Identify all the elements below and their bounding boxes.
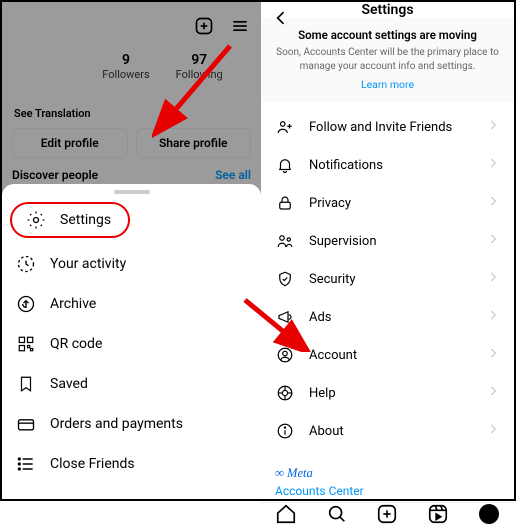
chevron-right-icon	[486, 422, 500, 440]
banner-title: Some account settings are moving	[275, 28, 500, 42]
chevron-right-icon	[486, 118, 500, 136]
menu-label: Settings	[60, 212, 111, 228]
activity-icon	[16, 254, 36, 274]
account-icon	[275, 345, 295, 365]
menu-saved[interactable]: Saved	[2, 364, 261, 404]
item-label: Security	[309, 272, 356, 287]
menu-label: Archive	[50, 296, 96, 312]
chevron-right-icon	[486, 194, 500, 212]
info-icon	[275, 421, 295, 441]
banner-desc: Soon, Accounts Center will be the primar…	[275, 46, 500, 73]
shield-icon	[275, 269, 295, 289]
page-title: Settings	[361, 2, 413, 18]
help-icon	[275, 383, 295, 403]
accounts-center-link[interactable]: Accounts Center	[275, 484, 500, 498]
bottom-nav	[261, 502, 514, 525]
chevron-right-icon	[486, 346, 500, 364]
bookmark-icon	[16, 374, 36, 394]
item-label: Ads	[309, 310, 332, 325]
chevron-right-icon	[486, 156, 500, 174]
menu-orders[interactable]: Orders and payments	[2, 404, 261, 444]
megaphone-icon	[275, 307, 295, 327]
chevron-right-icon	[486, 384, 500, 402]
item-privacy[interactable]: Privacy	[261, 184, 514, 222]
chevron-right-icon	[486, 232, 500, 250]
home-icon[interactable]	[275, 503, 297, 525]
family-icon	[275, 231, 295, 251]
meta-block: ∞ Meta Accounts Center	[261, 456, 514, 502]
profile-icon[interactable]	[478, 503, 500, 525]
item-help[interactable]: Help	[261, 374, 514, 412]
bell-icon	[275, 155, 295, 175]
item-supervision[interactable]: Supervision	[261, 222, 514, 260]
item-account[interactable]: Account	[261, 336, 514, 374]
menu-settings[interactable]: Settings	[10, 202, 130, 238]
gear-icon	[26, 210, 46, 230]
chevron-right-icon	[486, 308, 500, 326]
item-label: Supervision	[309, 234, 377, 249]
menu-label: Your activity	[50, 256, 126, 272]
item-label: Help	[309, 386, 336, 401]
menu-close-friends[interactable]: Close Friends	[2, 444, 261, 484]
lock-icon	[275, 193, 295, 213]
item-label: Follow and Invite Friends	[309, 120, 452, 135]
ticket-icon	[16, 414, 36, 434]
profile-menu: Settings Your activity Archive QR code	[2, 196, 261, 499]
item-about[interactable]: About	[261, 412, 514, 450]
learn-more-link[interactable]: Learn more	[361, 78, 414, 91]
sheet-handle[interactable]	[2, 184, 261, 196]
menu-qrcode[interactable]: QR code	[2, 324, 261, 364]
item-label: Account	[309, 348, 357, 363]
reels-icon[interactable]	[427, 503, 449, 525]
chevron-right-icon	[486, 270, 500, 288]
menu-label: QR code	[50, 336, 102, 352]
menu-label: Orders and payments	[50, 416, 183, 432]
archive-icon	[16, 294, 36, 314]
settings-list: Follow and Invite Friends Notifications …	[261, 102, 514, 456]
search-icon[interactable]	[326, 503, 348, 525]
menu-activity[interactable]: Your activity	[2, 244, 261, 284]
item-label: About	[309, 424, 344, 439]
back-button[interactable]	[271, 8, 291, 32]
menu-label: Close Friends	[50, 456, 135, 472]
item-label: Privacy	[309, 196, 351, 211]
item-ads[interactable]: Ads	[261, 298, 514, 336]
user-plus-icon	[275, 117, 295, 137]
meta-logo: ∞ Meta	[275, 466, 313, 480]
item-security[interactable]: Security	[261, 260, 514, 298]
qrcode-icon	[16, 334, 36, 354]
settings-header: Settings	[261, 2, 514, 18]
profile-area: 9 Followers 97 Following See Translation…	[2, 2, 261, 194]
item-follow-invite[interactable]: Follow and Invite Friends	[261, 108, 514, 146]
item-label: Notifications	[309, 158, 383, 173]
list-icon	[16, 454, 36, 474]
item-notifications[interactable]: Notifications	[261, 146, 514, 184]
dim-overlay	[2, 2, 261, 194]
banner: Some account settings are moving Soon, A…	[261, 18, 514, 102]
create-post-icon[interactable]	[376, 503, 398, 525]
menu-label: Saved	[50, 376, 88, 392]
menu-archive[interactable]: Archive	[2, 284, 261, 324]
